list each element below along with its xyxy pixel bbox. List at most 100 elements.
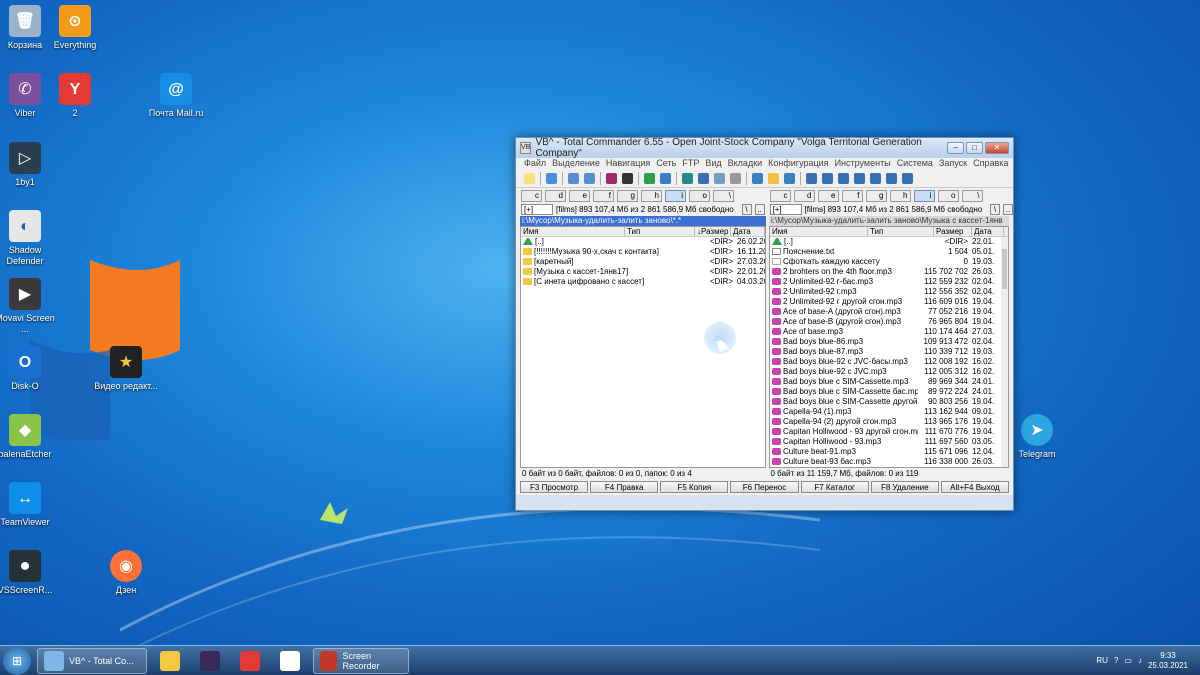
column-header-name[interactable]: Имя xyxy=(770,227,868,236)
right-scrollbar[interactable] xyxy=(1001,237,1008,467)
menu-navigation[interactable]: Навигация xyxy=(606,158,650,170)
search-icon[interactable] xyxy=(768,173,779,184)
desktop-icon-teamviewer[interactable]: ↔ TeamViewer xyxy=(0,482,58,528)
view-full-icon[interactable] xyxy=(584,173,595,184)
file-row[interactable]: Сфоткать каждую кассету 0 19.03. xyxy=(770,257,1008,267)
f4-edit-button[interactable]: F4 Правка xyxy=(590,481,659,493)
scrollbar-thumb[interactable] xyxy=(1002,249,1007,289)
drive-button-d[interactable]: d xyxy=(545,190,566,202)
menu-network[interactable]: Сеть xyxy=(656,158,676,170)
calculator-icon[interactable] xyxy=(822,173,833,184)
unpack-icon[interactable] xyxy=(622,173,633,184)
window-titlebar[interactable]: VB VB^ - Total Commander 6.55 - Open Joi… xyxy=(516,137,1013,159)
file-row[interactable]: [..] <DIR> 26.02.20 xyxy=(521,237,765,247)
file-row[interactable]: 2 brohters on the 4th floor.mp3 115 702 7… xyxy=(770,267,1008,277)
file-row[interactable]: Capella-94 (2) другой сгон.mp3 113 965 17… xyxy=(770,417,1008,427)
file-row[interactable]: Capitan Hollіwood - 93.mp3 111 697 560 03.… xyxy=(770,437,1008,447)
network-icon[interactable]: ▭ xyxy=(1124,656,1132,665)
disk-icon[interactable] xyxy=(870,173,881,184)
desktop-icon-video-editor[interactable]: ★ Видео редакт... xyxy=(93,346,159,392)
drive-button-o[interactable]: o xyxy=(937,190,959,202)
f8-delete-button[interactable]: F8 Удаление xyxy=(870,481,939,493)
right-up-button[interactable]: .. xyxy=(1003,204,1013,215)
file-row[interactable]: Bad boys blue-86.mp3 109 913 472 02.04. xyxy=(770,337,1008,347)
file-row[interactable]: [Музыка с кассет-1янв17] <DIR> 22.01.20 xyxy=(521,267,765,277)
desktop-icon-vsscreen-recorder[interactable]: ⏺ VSScreenR... xyxy=(0,550,58,596)
help-icon[interactable]: ? xyxy=(1114,656,1118,665)
desktop-icon-movavi[interactable]: ▶ Movavi Screen ... xyxy=(0,278,58,335)
drive-button-d[interactable]: d xyxy=(793,190,815,202)
archive-icon[interactable] xyxy=(606,173,617,184)
taskbar-screen-recorder[interactable]: Screen Recorder xyxy=(313,647,409,674)
file-row[interactable]: Bad boys blue-92 с JVC.mp3 112 005 312 16.… xyxy=(770,367,1008,377)
taskbar-app[interactable] xyxy=(233,648,267,674)
drive-button-e[interactable]: e xyxy=(569,190,590,202)
lightbulb-icon[interactable] xyxy=(524,173,535,184)
right-root-button[interactable]: \ xyxy=(990,204,1000,215)
left-path[interactable]: i:\Мусор\Музыка-удалить-залить заново\*.… xyxy=(520,216,766,226)
drive-button-c[interactable]: c xyxy=(769,190,791,202)
file-row[interactable]: Bad boys blue-92 с JVC-басы.mp3 112 008 1… xyxy=(770,357,1008,367)
file-row[interactable]: Capitan Hollіwood - 93 другой сгон.mp3 11… xyxy=(770,427,1008,437)
column-header-size[interactable]: ↓Размер xyxy=(695,227,731,236)
file-row[interactable]: Ace of base-B (другой сгон).mp3 76 965 80… xyxy=(770,317,1008,327)
file-row[interactable]: [С инета цифровано с кассет] <DIR> 04.03.2… xyxy=(521,277,765,287)
right-path[interactable]: i:\Мусор\Музыка-удалить-залить заново\Му… xyxy=(769,216,1009,226)
desktop-icon-shadow-defender[interactable]: ◐ Shadow Defender xyxy=(0,210,58,267)
menu-ftp[interactable]: FTP xyxy=(682,158,699,170)
menu-help[interactable]: Справка xyxy=(973,158,1008,170)
settings-icon[interactable] xyxy=(752,173,763,184)
drive-button-i[interactable]: i xyxy=(665,190,686,202)
drive-button-network[interactable]: \ xyxy=(713,190,734,202)
file-row[interactable]: Bad boys blue с SIM-Cassette.mp3 89 969 3… xyxy=(770,377,1008,387)
file-row[interactable]: Ace of base.mp3 110 174 464 27.03. xyxy=(770,327,1008,337)
menu-run[interactable]: Запуск xyxy=(939,158,967,170)
drive-button-h[interactable]: h xyxy=(889,190,911,202)
file-row[interactable]: Пояснение.txt 1 504 05.01. xyxy=(770,247,1008,257)
file-row[interactable]: [каретный] <DIR> 27.03.20 xyxy=(521,257,765,267)
f5-copy-button[interactable]: F5 Копия xyxy=(660,481,729,493)
desktop-icon-yandex[interactable]: Y 2 xyxy=(42,73,108,119)
drive-button-c[interactable]: c xyxy=(521,190,542,202)
refresh-icon[interactable] xyxy=(546,173,557,184)
language-indicator[interactable]: RU xyxy=(1096,656,1108,665)
chart-icon[interactable] xyxy=(838,173,849,184)
sync-icon[interactable] xyxy=(714,173,725,184)
column-header-date[interactable]: Дата xyxy=(731,227,765,236)
file-row[interactable]: Bad boys blue с SIM-Cassette другой сг..… xyxy=(770,397,1008,407)
file-row[interactable]: [!!!!!!!Музыка 90-х,скач с контакта] <DIR… xyxy=(521,247,765,257)
menu-file[interactable]: Файл xyxy=(524,158,546,170)
left-root-button[interactable]: \ xyxy=(741,204,752,215)
desktop-icon-1by1[interactable]: ▷ 1by1 xyxy=(0,142,58,188)
file-row[interactable]: Culture beat-93 другой сгон.mp3117 754 2… xyxy=(770,467,1008,468)
file-row[interactable]: 2 Unlimited-92 г другой сгон.mp3 116 609 … xyxy=(770,297,1008,307)
drive-button-f[interactable]: f xyxy=(593,190,614,202)
start-button[interactable]: ⊞ xyxy=(3,646,31,675)
notepad-icon[interactable] xyxy=(784,173,795,184)
column-header-size[interactable]: Размер xyxy=(934,227,972,236)
menu-selection[interactable]: Выделение xyxy=(552,158,600,170)
file-row[interactable]: Capella-94 (1).mp3 113 162 944 09.01. xyxy=(770,407,1008,417)
close-button[interactable]: ✕ xyxy=(985,142,1009,154)
file-row[interactable]: 2 Unlimited-92 г.mp3 112 556 352 02.04. xyxy=(770,287,1008,297)
file-row[interactable]: [..] <DIR> 22.01. xyxy=(770,237,1008,247)
f6-move-button[interactable]: F6 Перенос xyxy=(730,481,799,493)
f3-view-button[interactable]: F3 Просмотр xyxy=(520,481,589,493)
menu-configuration[interactable]: Конфигурация xyxy=(768,158,828,170)
maximize-button[interactable]: □ xyxy=(966,142,983,154)
taskbar-total-commander[interactable]: VB^ - Total Co... xyxy=(37,647,147,674)
left-up-button[interactable]: .. xyxy=(754,204,765,215)
file-row[interactable]: Bad boys blue с SIM-Cassette бас.mp3 89 9… xyxy=(770,387,1008,397)
file-row[interactable]: Ace of base-A (другой сгон).mp3 77 052 21… xyxy=(770,307,1008,317)
taskbar-app[interactable] xyxy=(193,648,227,674)
menu-tabs[interactable]: Вкладки xyxy=(728,158,763,170)
monitor-icon[interactable] xyxy=(854,173,865,184)
column-header-date[interactable]: Дата xyxy=(972,227,1004,236)
ftp-icon[interactable] xyxy=(682,173,693,184)
drive-button-g[interactable]: g xyxy=(617,190,638,202)
drive-button-o[interactable]: o xyxy=(689,190,710,202)
column-header-name[interactable]: Имя xyxy=(521,227,625,236)
view-brief-icon[interactable] xyxy=(568,173,579,184)
alt-f4-exit-button[interactable]: Alt+F4 Выход xyxy=(940,481,1009,493)
menu-tools[interactable]: Инструменты xyxy=(835,158,891,170)
